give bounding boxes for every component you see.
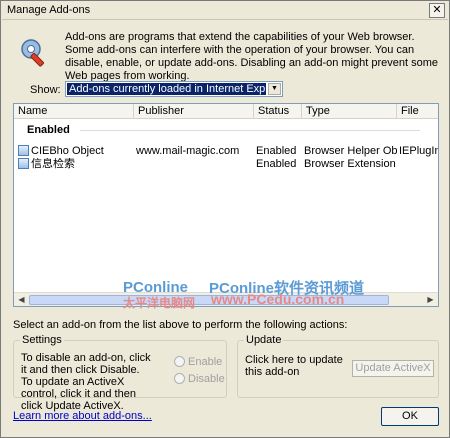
watermark-cn: 太平洋电脑网 (123, 296, 196, 310)
scroll-left-icon[interactable]: ◀ (15, 294, 28, 306)
chevron-down-icon[interactable]: ▼ (268, 83, 281, 95)
window-title: Manage Add-ons (7, 4, 91, 16)
show-label: Show: (30, 84, 61, 96)
scroll-right-icon[interactable]: ▶ (424, 294, 437, 306)
row-type: Browser Helper Object (304, 145, 397, 157)
column-name[interactable]: Name (14, 104, 134, 119)
select-hint: Select an add-on from the list above to … (13, 319, 348, 331)
list-row[interactable]: CIEBho Object www.mail-magic.com Enabled… (14, 145, 438, 158)
settings-text: To disable an add-on, click it and then … (21, 352, 151, 412)
row-status: Enabled (256, 145, 297, 157)
disable-radio[interactable]: Disable (174, 373, 225, 385)
row-name: CIEBho Object (31, 145, 104, 157)
row-status: Enabled (256, 158, 297, 170)
update-legend: Update (244, 334, 284, 346)
title-bar: Manage Add-ons ✕ (2, 2, 448, 20)
intro-text: Add-ons are programs that extend the cap… (65, 31, 439, 82)
manage-addons-window: Manage Add-ons ✕ Add-ons are programs th… (0, 0, 450, 438)
radio-icon (174, 373, 185, 384)
show-dropdown[interactable]: Add-ons currently loaded in Internet Exp… (65, 81, 283, 97)
close-button[interactable]: ✕ (429, 3, 445, 18)
column-status[interactable]: Status (254, 104, 302, 119)
settings-legend: Settings (20, 334, 64, 346)
show-dropdown-value: Add-ons currently loaded in Internet Exp… (67, 83, 266, 95)
settings-group: Settings To disable an add-on, click it … (13, 334, 227, 412)
column-publisher[interactable]: Publisher (134, 104, 254, 119)
update-activex-button[interactable]: Update ActiveX (352, 360, 434, 377)
radio-icon (174, 356, 185, 367)
disable-label: Disable (188, 373, 225, 385)
update-text: Click here to update this add-on (245, 354, 343, 378)
enable-radio[interactable]: Enable (174, 356, 222, 368)
watermark-url: www.PCedu.com.cn (211, 291, 345, 307)
list-row[interactable]: 信息检索 Enabled Browser Extension (14, 158, 438, 171)
ok-button[interactable]: OK (381, 407, 439, 426)
row-file: IEPlugIn.dl (399, 145, 438, 157)
column-type[interactable]: Type (302, 104, 397, 119)
enable-label: Enable (188, 356, 223, 368)
column-file[interactable]: File (397, 104, 438, 119)
group-enabled-label: Enabled (27, 124, 70, 136)
row-publisher: www.mail-magic.com (136, 145, 240, 157)
addons-gear-icon (21, 39, 44, 67)
addon-icon (18, 145, 29, 156)
update-group: Update Click here to update this add-on … (237, 334, 439, 398)
addon-icon (18, 158, 29, 169)
row-name: 信息检索 (31, 158, 75, 170)
group-divider (80, 130, 420, 131)
learn-more-link[interactable]: Learn more about add-ons... (13, 410, 152, 422)
row-type: Browser Extension (304, 158, 396, 170)
list-header: Name Publisher Status Type File (14, 104, 438, 119)
